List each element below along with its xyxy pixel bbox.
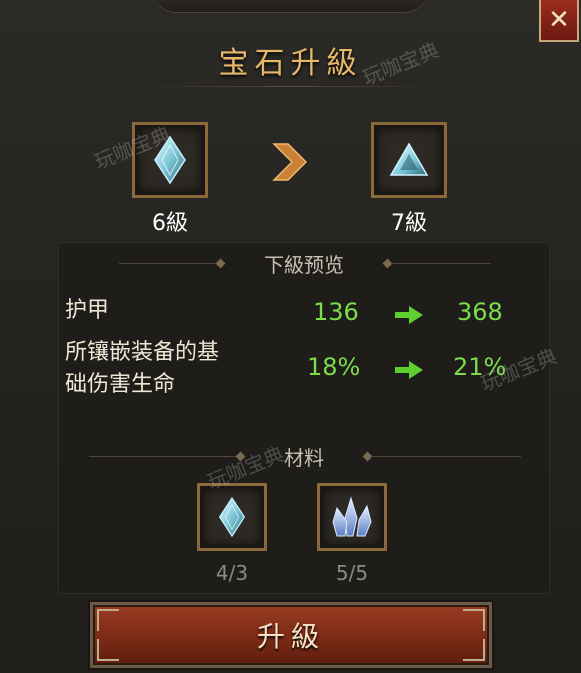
page-title: 宝石升級 [218,46,363,81]
button-corner [97,609,119,631]
diamond-crystal-icon [218,496,246,538]
divider [391,263,491,264]
stat-damage-current: 18% [307,353,361,381]
diamond-crystal-icon [154,135,186,185]
upgrade-button[interactable]: 升級 [90,602,492,668]
stat-label-armor: 护甲 [65,298,110,323]
close-button[interactable]: ✕ [539,0,579,42]
button-corner [97,639,119,661]
preview-box: 下級预览 护甲 136 368 所镶嵌装备的基 础伤害生命 18% 21% 材料 [58,242,550,594]
arrow-right-icon [395,361,423,379]
crystal-cluster-icon [332,496,372,537]
gem-upgrade-panel: ✕ 宝石升級 6級 7級 下級预览 护甲 136 368 所镶嵌装备的基 础伤害… [0,0,581,673]
stat-label-base-damage-line1: 所镶嵌装备的基 [65,340,220,365]
divider [371,456,521,457]
chevron-right-icon [272,143,308,181]
arrow-right-icon [395,306,423,324]
stat-armor-current: 136 [313,298,359,326]
material-slot-crystal[interactable] [317,483,387,551]
current-level-label: 6級 [152,211,188,236]
stat-damage-next: 21% [453,353,507,381]
button-corner [463,609,485,631]
button-corner [463,639,485,661]
next-level-label: 7級 [391,211,427,236]
current-gem-slot[interactable] [132,122,208,198]
stat-armor-next: 368 [457,298,503,326]
title-divider [140,86,440,87]
upgrade-button-label: 升級 [256,620,325,653]
top-ornament [150,0,430,13]
material-slot-gem[interactable] [197,483,267,551]
close-icon: ✕ [548,5,570,35]
material-count-crystal: 5/5 [335,561,369,585]
triangle-crystal-icon [389,142,429,176]
stat-label-base-damage-line2: 础伤害生命 [65,372,176,397]
material-count-gem: 4/3 [215,561,249,585]
next-gem-slot[interactable] [371,122,447,198]
